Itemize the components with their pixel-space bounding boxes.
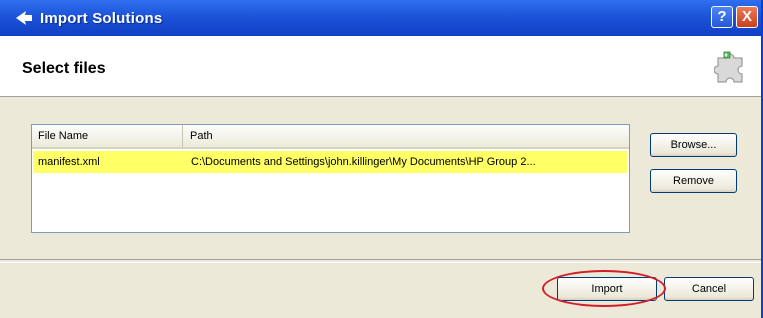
title-bar[interactable]: Import Solutions ? X [0, 0, 761, 36]
import-arrow-icon [16, 11, 32, 25]
puzzle-piece-icon [714, 51, 743, 83]
divider [0, 259, 761, 263]
help-button[interactable]: ? [711, 6, 733, 28]
page-title: Select files [22, 60, 106, 77]
column-header-file-name[interactable]: File Name [32, 125, 183, 147]
list-item[interactable]: manifest.xml C:\Documents and Settings\j… [33, 151, 627, 173]
column-header-path[interactable]: Path [184, 125, 629, 147]
header-panel: Select files [0, 36, 761, 97]
file-list[interactable]: File Name Path manifest.xml C:\Documents… [31, 124, 630, 233]
cancel-button[interactable]: Cancel [664, 277, 754, 301]
path-cell: C:\Documents and Settings\john.killinger… [191, 156, 536, 168]
remove-button[interactable]: Remove [650, 169, 737, 193]
highlight-circle [542, 270, 666, 307]
browse-button[interactable]: Browse... [650, 133, 737, 157]
close-button[interactable]: X [736, 6, 758, 28]
list-header: File Name Path [32, 125, 629, 149]
file-name-cell: manifest.xml [38, 156, 100, 168]
import-solutions-dialog: Import Solutions ? X Select files File N… [0, 0, 763, 318]
window-title: Import Solutions [40, 10, 163, 27]
